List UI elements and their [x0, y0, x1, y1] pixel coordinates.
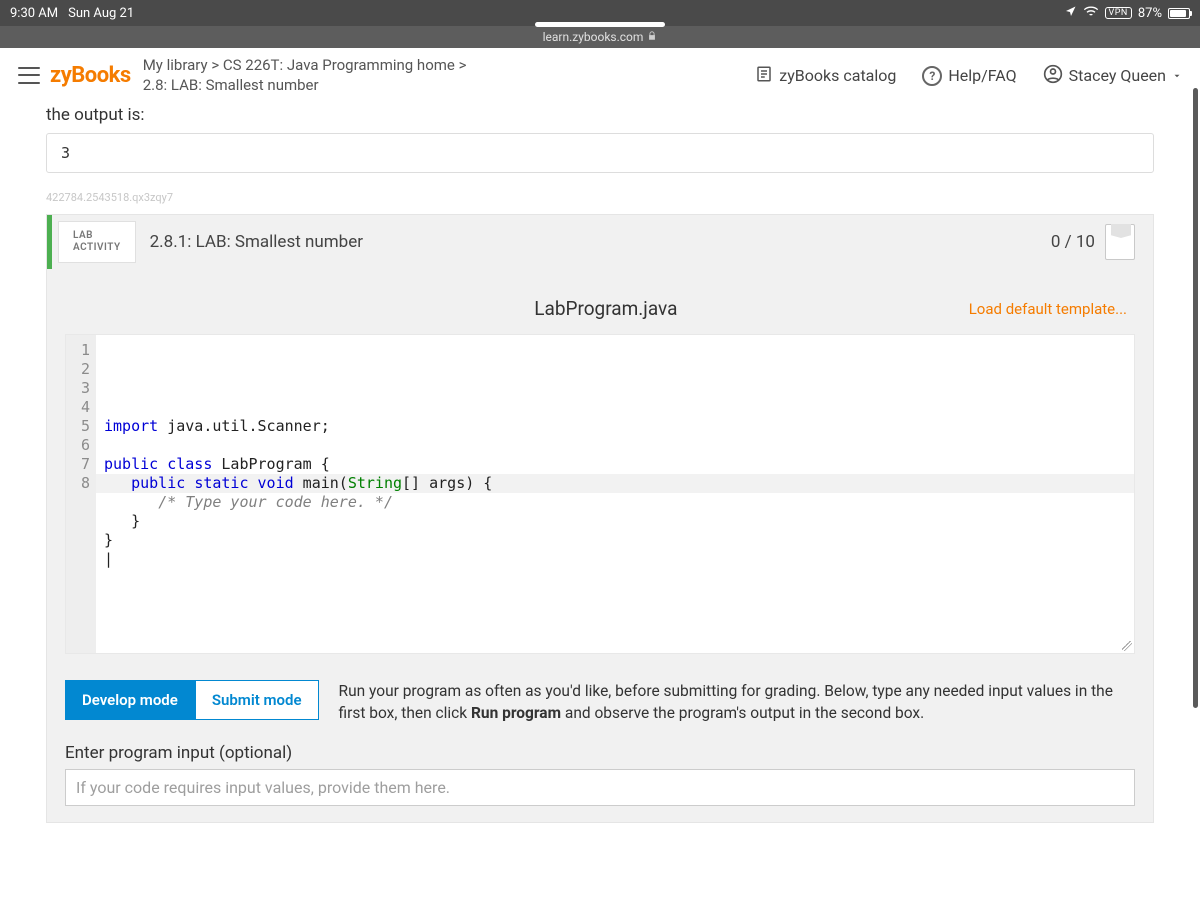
zybooks-logo[interactable]: zyBooks: [50, 63, 131, 88]
line-number: 1: [68, 341, 90, 360]
line-gutter: 1 2 3 4 5 6 7 8: [66, 335, 96, 653]
line-number: 6: [68, 436, 90, 455]
activity-score: 0 / 10: [1051, 232, 1095, 252]
home-indicator: [535, 22, 665, 27]
program-input-field[interactable]: [65, 769, 1135, 806]
code-text-area[interactable]: import java.util.Scanner; public class L…: [96, 335, 1134, 653]
vpn-badge: VPN: [1105, 7, 1132, 19]
activity-score-area: 0 / 10: [1051, 215, 1153, 269]
instr-part-c: and observe the program's output in the …: [561, 704, 924, 722]
program-input-label: Enter program input (optional): [65, 743, 1135, 763]
activity-header: LAB ACTIVITY 2.8.1: LAB: Smallest number…: [47, 215, 1153, 269]
help-link[interactable]: ? Help/FAQ: [922, 66, 1016, 86]
line-number: 2: [68, 360, 90, 379]
chevron-down-icon: [1172, 66, 1182, 85]
wifi-icon: [1083, 5, 1099, 21]
bookmark-icon[interactable]: [1105, 224, 1135, 260]
activity-fingerprint: 422784.2543518.qx3zqy7: [46, 191, 1154, 204]
line-number: 7: [68, 455, 90, 474]
resize-grip-icon[interactable]: [1122, 641, 1132, 651]
scrollbar-thumb[interactable]: [1193, 88, 1198, 708]
lab-activity-card: LAB ACTIVITY 2.8.1: LAB: Smallest number…: [46, 214, 1154, 823]
help-icon: ?: [922, 66, 942, 86]
page-scrollbar[interactable]: [1192, 48, 1200, 900]
location-icon: [1065, 5, 1077, 21]
help-label: Help/FAQ: [948, 66, 1016, 85]
battery-percent: 87%: [1138, 6, 1162, 21]
battery-icon: [1168, 8, 1190, 19]
output-box: 3: [46, 133, 1154, 173]
catalog-icon: [755, 65, 773, 87]
breadcrumb[interactable]: My library > CS 226T: Java Programming h…: [143, 56, 467, 95]
line-number: 8: [68, 474, 90, 493]
activity-type-tag: LAB ACTIVITY: [58, 221, 136, 263]
lock-icon: [647, 30, 657, 44]
user-name: Stacey Queen: [1069, 66, 1166, 85]
activity-tag-line2: ACTIVITY: [73, 242, 121, 254]
user-menu[interactable]: Stacey Queen: [1043, 64, 1182, 88]
breadcrumb-line-1: My library > CS 226T: Java Programming h…: [143, 56, 467, 76]
catalog-label: zyBooks catalog: [779, 66, 896, 85]
code-editor[interactable]: 1 2 3 4 5 6 7 8 import java.util.Scanner…: [65, 334, 1135, 654]
breadcrumb-line-2: 2.8: LAB: Smallest number: [143, 76, 467, 96]
line-number: 3: [68, 379, 90, 398]
status-date: Sun Aug 21: [68, 6, 134, 21]
browser-url-bar[interactable]: learn.zybooks.com: [0, 26, 1200, 48]
instr-bold: Run program: [471, 704, 561, 722]
line-number: 4: [68, 398, 90, 417]
status-time: 9:30 AM: [10, 6, 58, 21]
submit-mode-button[interactable]: Submit mode: [195, 680, 319, 720]
activity-title: 2.8.1: LAB: Smallest number: [136, 215, 1051, 269]
main-content: the output is: 3 422784.2543518.qx3zqy7 …: [0, 103, 1200, 893]
cursor: |: [104, 550, 113, 568]
activity-tag-line1: LAB: [73, 230, 121, 242]
catalog-link[interactable]: zyBooks catalog: [755, 65, 896, 87]
load-default-template-link[interactable]: Load default template...: [969, 300, 1127, 318]
mode-toggle: Develop mode Submit mode: [65, 680, 319, 720]
line-number: 5: [68, 417, 90, 436]
user-icon: [1043, 64, 1063, 88]
hamburger-menu-icon[interactable]: [18, 65, 40, 87]
mode-instructions: Run your program as often as you'd like,…: [339, 680, 1135, 725]
develop-mode-button[interactable]: Develop mode: [65, 680, 195, 720]
output-label: the output is:: [46, 105, 1154, 125]
app-header: zyBooks My library > CS 226T: Java Progr…: [0, 48, 1200, 103]
activity-accent-bar: [47, 215, 52, 269]
editor-filename: LabProgram.java: [243, 297, 969, 320]
url-domain: learn.zybooks.com: [543, 30, 644, 44]
